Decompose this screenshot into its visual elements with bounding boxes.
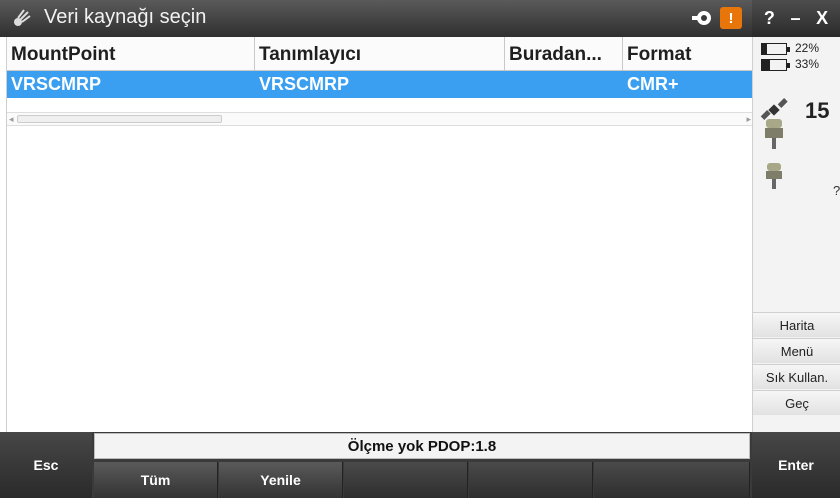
cell-identifier: VRSCMRP	[259, 74, 350, 94]
column-header-from[interactable]: Buradan...	[505, 37, 623, 70]
refresh-button[interactable]: Yenile	[219, 462, 343, 498]
status-icons: !	[690, 7, 742, 29]
map-button[interactable]: Harita	[753, 312, 840, 337]
column-header-mountpoint[interactable]: MountPoint	[7, 37, 255, 70]
menu-button[interactable]: Menü	[753, 338, 840, 363]
key-icon[interactable]	[690, 7, 714, 29]
receiver-status: ?	[833, 183, 840, 198]
column-header-identifier[interactable]: Tanımlayıcı	[255, 37, 505, 70]
warning-icon[interactable]: !	[720, 7, 742, 29]
battery-icon	[761, 59, 790, 71]
satellite-count: 15	[805, 98, 830, 123]
bottom-bar: Esc Ölçme yok PDOP:1.8 Tüm Yenile Enter	[0, 432, 840, 498]
battery2-percent: 33%	[795, 57, 820, 71]
data-source-icon	[14, 9, 31, 26]
status-panel: 22% 33% 15 ? Harita Menü Sık Kullan. Geç	[752, 37, 840, 460]
table-row[interactable]: VRSCMRP VRSCMRP CMR+	[7, 71, 752, 98]
switch-button[interactable]: Geç	[753, 390, 840, 415]
cell-format: CMR+	[627, 74, 679, 94]
source-table: MountPoint Tanımlayıcı Buradan... Format…	[6, 37, 753, 432]
horizontal-scrollbar[interactable]: ◂ ▸	[7, 112, 753, 126]
window-controls: ? – X	[752, 0, 840, 37]
close-button[interactable]: X	[816, 8, 828, 29]
page-title: Veri kaynağı seçin	[44, 6, 207, 28]
table-header: MountPoint Tanımlayıcı Buradan... Format	[7, 37, 752, 71]
softkey-4[interactable]	[469, 462, 593, 498]
cell-mountpoint: VRSCMRP	[11, 74, 102, 94]
column-header-format[interactable]: Format	[623, 37, 751, 70]
scroll-left-icon[interactable]: ◂	[9, 114, 14, 125]
esc-button[interactable]: Esc	[0, 432, 92, 498]
battery1-percent: 22%	[795, 41, 820, 55]
receiver-icon[interactable]	[763, 117, 785, 151]
favorites-button[interactable]: Sık Kullan.	[753, 364, 840, 389]
enter-button[interactable]: Enter	[752, 432, 840, 498]
status-line: Ölçme yok PDOP:1.8	[94, 433, 750, 459]
softkey-3[interactable]	[344, 462, 468, 498]
scrollbar-thumb[interactable]	[17, 115, 222, 123]
battery-icon	[761, 43, 790, 55]
receiver-icon[interactable]	[763, 161, 785, 195]
all-button[interactable]: Tüm	[94, 462, 218, 498]
cell-from	[505, 71, 623, 98]
softkey-5[interactable]	[594, 462, 750, 498]
scroll-right-icon[interactable]: ▸	[746, 114, 751, 125]
title-bar: Veri kaynağı seçin !	[0, 0, 752, 37]
help-button[interactable]: ?	[764, 8, 775, 29]
minimize-button[interactable]: –	[790, 8, 800, 29]
